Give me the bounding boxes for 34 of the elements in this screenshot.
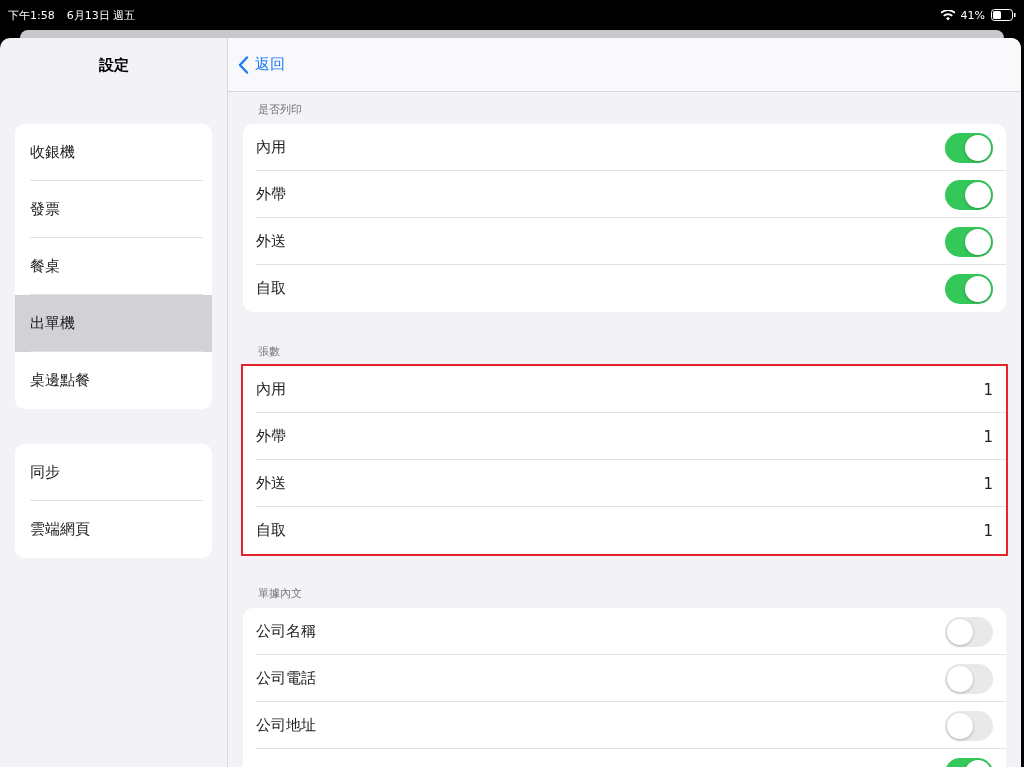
toggle-switch[interactable] — [945, 616, 993, 647]
chevron-left-icon — [238, 55, 249, 74]
row-label: 內用 — [256, 138, 286, 157]
row-value: 1 — [983, 474, 993, 493]
row-value: 1 — [983, 427, 993, 446]
row-label: 自取 — [256, 279, 286, 298]
row-label: 公司電話 — [256, 669, 316, 688]
status-date: 6月13日 週五 — [66, 7, 136, 23]
row-label: 自取 — [256, 521, 286, 540]
wifi-icon — [940, 9, 955, 21]
toggle-switch[interactable] — [945, 179, 993, 210]
row-label: 外帶 — [256, 427, 286, 446]
sidebar-item[interactable]: 出單機 — [15, 295, 212, 352]
toggle-switch[interactable] — [945, 710, 993, 741]
row-label: 公司名稱 — [256, 622, 316, 641]
toggle-switch[interactable] — [945, 273, 993, 304]
row-label: 內用 — [256, 380, 286, 399]
row-label: 公司地址 — [256, 716, 316, 735]
toggle-switch[interactable] — [945, 132, 993, 163]
toggle-switch[interactable] — [945, 226, 993, 257]
status-time: 下午1:58 — [8, 7, 55, 23]
battery-icon — [991, 9, 1016, 21]
row-label: 外帶 — [256, 185, 286, 204]
sidebar-title: 設定 — [98, 55, 129, 75]
battery-percent: 41% — [960, 8, 985, 22]
toggle-switch[interactable] — [945, 663, 993, 694]
section-header: 單據內文 — [258, 587, 302, 600]
row-value: 1 — [983, 380, 993, 399]
row-label: 外送 — [256, 232, 286, 251]
section-header: 是否列印 — [258, 103, 302, 116]
row-label: 外送 — [256, 474, 286, 493]
row-value: 1 — [983, 521, 993, 540]
back-link[interactable]: 返回 — [238, 55, 285, 74]
section-header: 張數 — [258, 345, 280, 358]
